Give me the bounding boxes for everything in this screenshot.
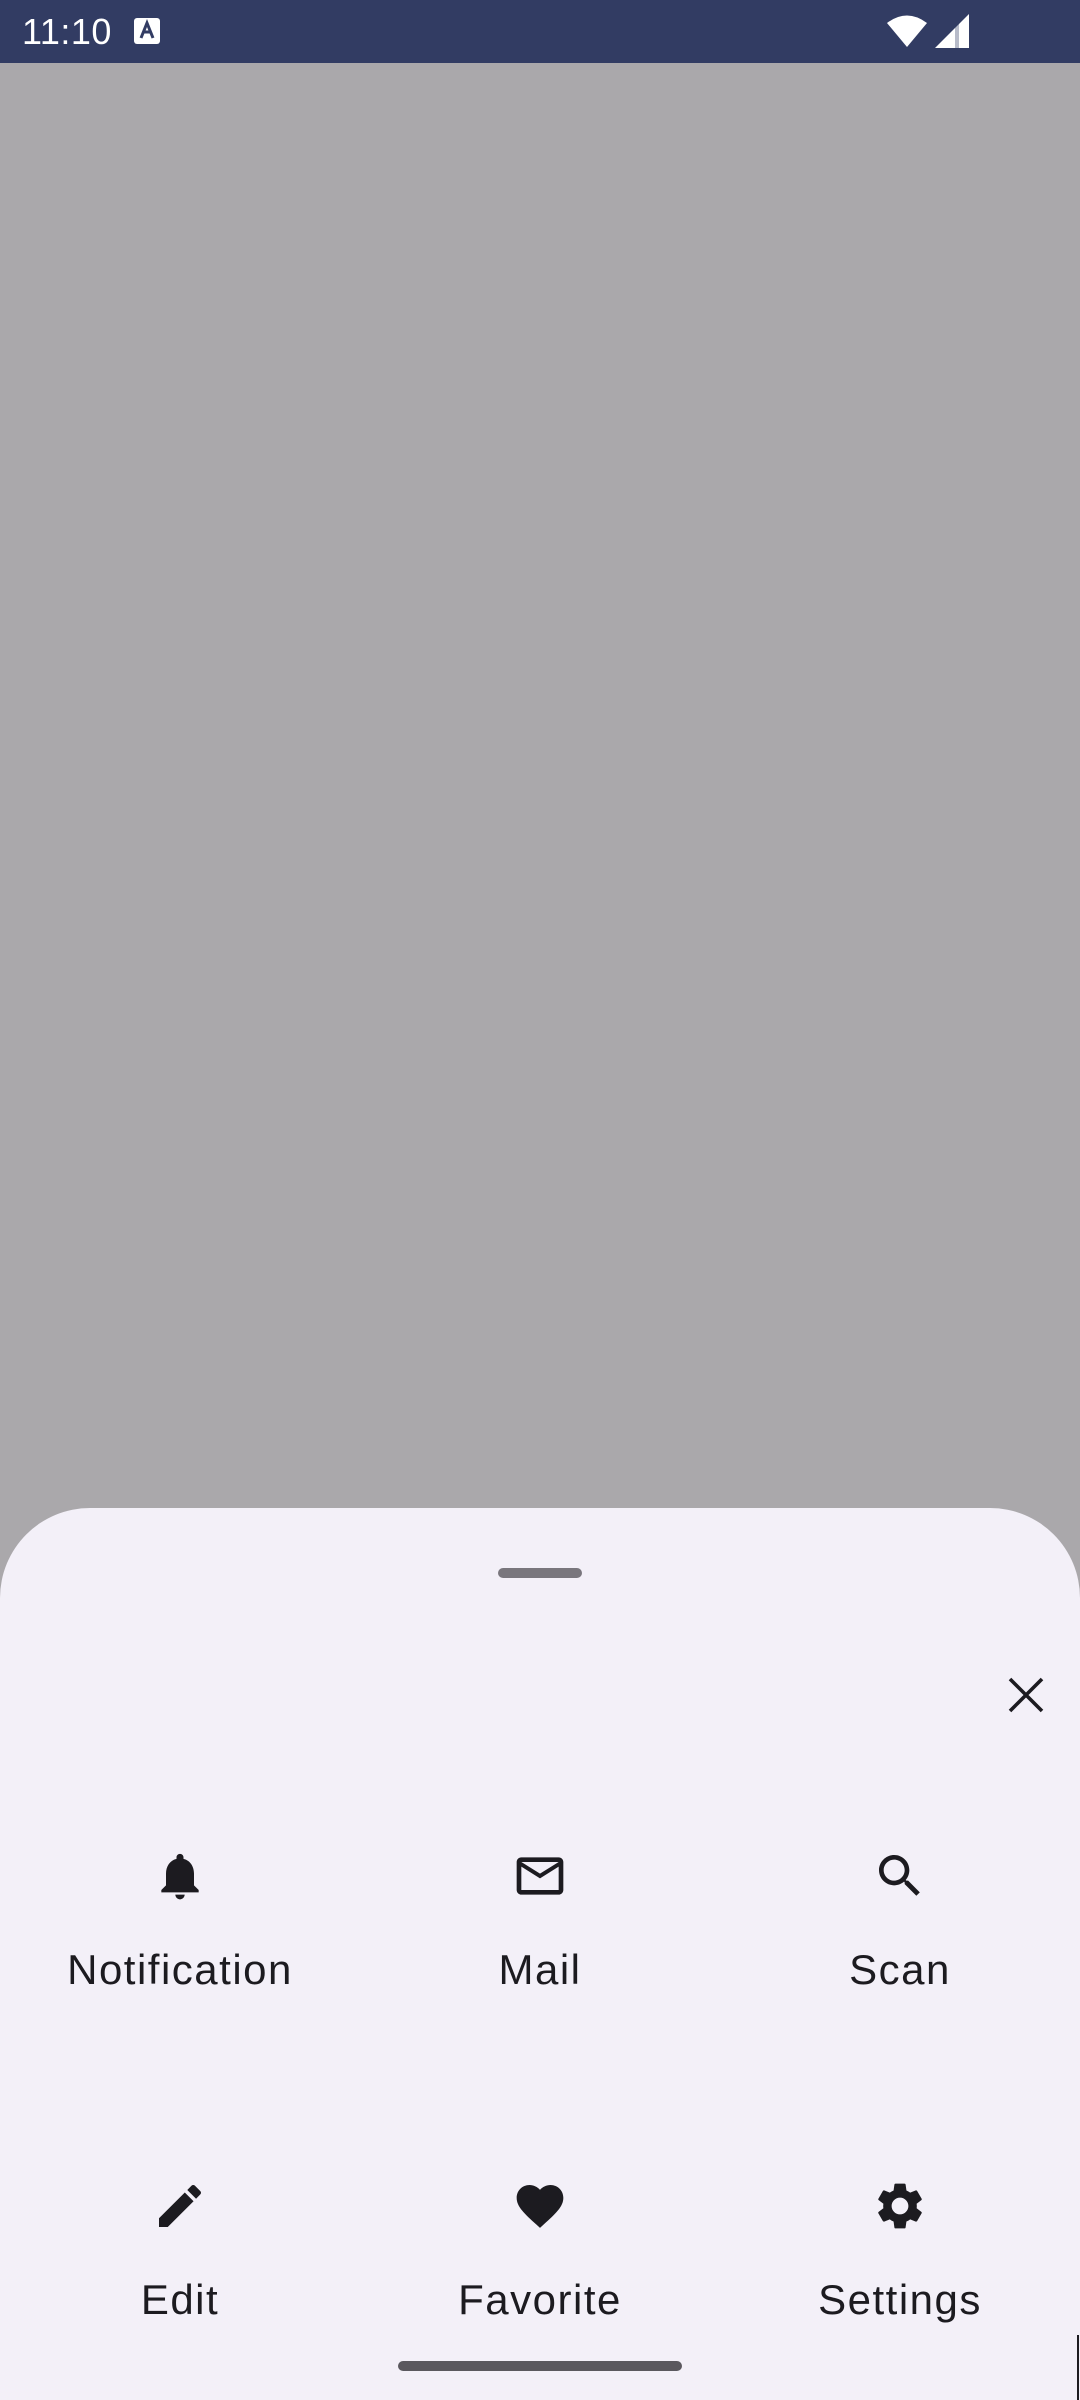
scan-label: Scan bbox=[849, 1946, 951, 1993]
heart-icon bbox=[510, 2176, 570, 2236]
edit-label: Edit bbox=[140, 2276, 220, 2323]
settings-label: Settings bbox=[818, 2276, 982, 2323]
gear-icon bbox=[870, 2176, 930, 2236]
favorite-label: Favorite bbox=[458, 2276, 622, 2323]
edit-button[interactable]: Edit bbox=[10, 2176, 350, 2376]
mail-button[interactable]: Mail bbox=[370, 1846, 710, 2046]
bottom-sheet: Notification Mail Scan Edit Favorite Set… bbox=[0, 1508, 1080, 2400]
scrim[interactable] bbox=[0, 63, 1080, 1510]
scan-button[interactable]: Scan bbox=[730, 1846, 1070, 2046]
edge-divider bbox=[1077, 2335, 1079, 2400]
wifi-icon bbox=[887, 15, 927, 47]
favorite-button[interactable]: Favorite bbox=[370, 2176, 710, 2376]
status-time: 11:10 bbox=[22, 11, 112, 52]
search-icon bbox=[870, 1846, 930, 1906]
mail-label: Mail bbox=[498, 1946, 582, 1993]
drag-handle[interactable] bbox=[498, 1568, 582, 1578]
notification-label: Notification bbox=[67, 1946, 293, 1993]
text-a-icon bbox=[134, 18, 160, 44]
close-icon bbox=[1008, 1677, 1044, 1713]
home-indicator[interactable] bbox=[398, 2361, 682, 2371]
signal-icon bbox=[935, 14, 969, 48]
screen: 11:10 Notification Mail Scan Edit Favori… bbox=[0, 0, 1080, 2400]
close-button[interactable] bbox=[994, 1663, 1058, 1727]
mail-icon bbox=[510, 1846, 570, 1906]
pencil-icon bbox=[150, 2176, 210, 2236]
settings-button[interactable]: Settings bbox=[730, 2176, 1070, 2376]
status-bar: 11:10 bbox=[0, 0, 1080, 63]
notification-button[interactable]: Notification bbox=[10, 1846, 350, 2046]
bell-icon bbox=[150, 1846, 210, 1906]
